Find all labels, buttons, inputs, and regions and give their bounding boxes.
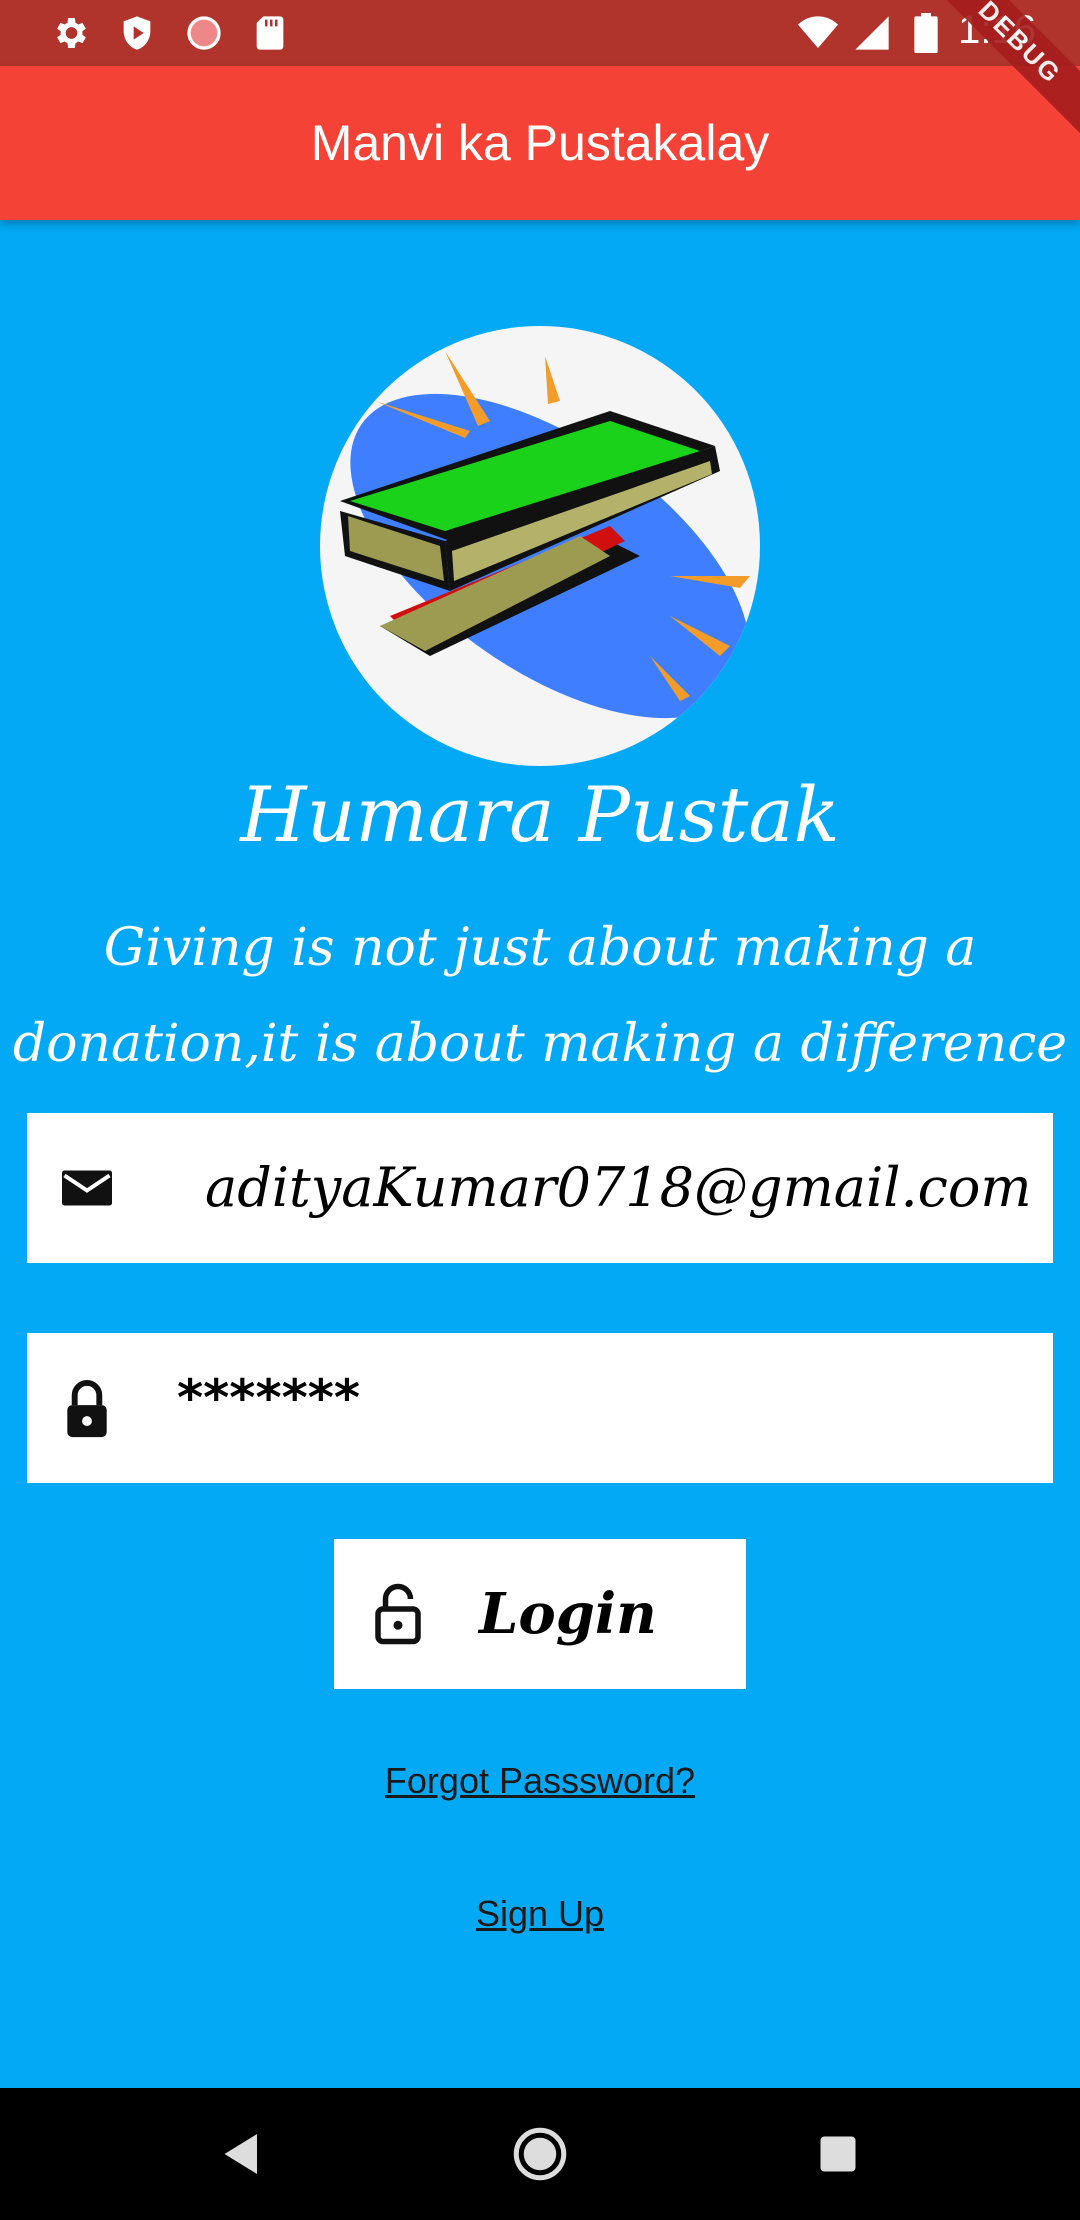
login-button[interactable]: Login: [334, 1539, 746, 1689]
email-value: adityaKumar0718@gmail.com: [205, 1156, 1032, 1219]
signal-icon: [852, 13, 892, 53]
tagline: Giving is not just about making a donati…: [12, 918, 1068, 1074]
status-bar: 1:16: [0, 0, 1080, 66]
navigation-bar: [0, 2088, 1080, 2220]
sync-icon: [184, 13, 224, 53]
battery-icon: [906, 13, 946, 53]
lock-open-icon: [368, 1581, 428, 1647]
shield-play-icon: [117, 13, 157, 53]
sd-card-icon: [250, 13, 290, 53]
books-logo: [320, 326, 760, 766]
app-title: Manvi ka Pustakalay: [310, 115, 770, 171]
back-icon[interactable]: [212, 2124, 272, 2184]
email-icon: [57, 1158, 117, 1218]
password-value: *******: [177, 1369, 361, 1427]
email-field[interactable]: adityaKumar0718@gmail.com: [27, 1113, 1053, 1263]
recents-icon[interactable]: [808, 2124, 868, 2184]
lock-icon: [57, 1378, 117, 1438]
brand-name: Humara Pustak: [240, 770, 840, 859]
sign-up-link[interactable]: Sign Up: [0, 1893, 1080, 1935]
forgot-password-link[interactable]: Forgot Passsword?: [0, 1760, 1080, 1802]
wifi-icon: [798, 13, 838, 53]
app-bar: Manvi ka Pustakalay: [0, 66, 1080, 220]
home-icon[interactable]: [510, 2124, 570, 2184]
password-field[interactable]: *******: [27, 1333, 1053, 1483]
login-label: Login: [479, 1581, 657, 1647]
settings-icon: [50, 13, 90, 53]
